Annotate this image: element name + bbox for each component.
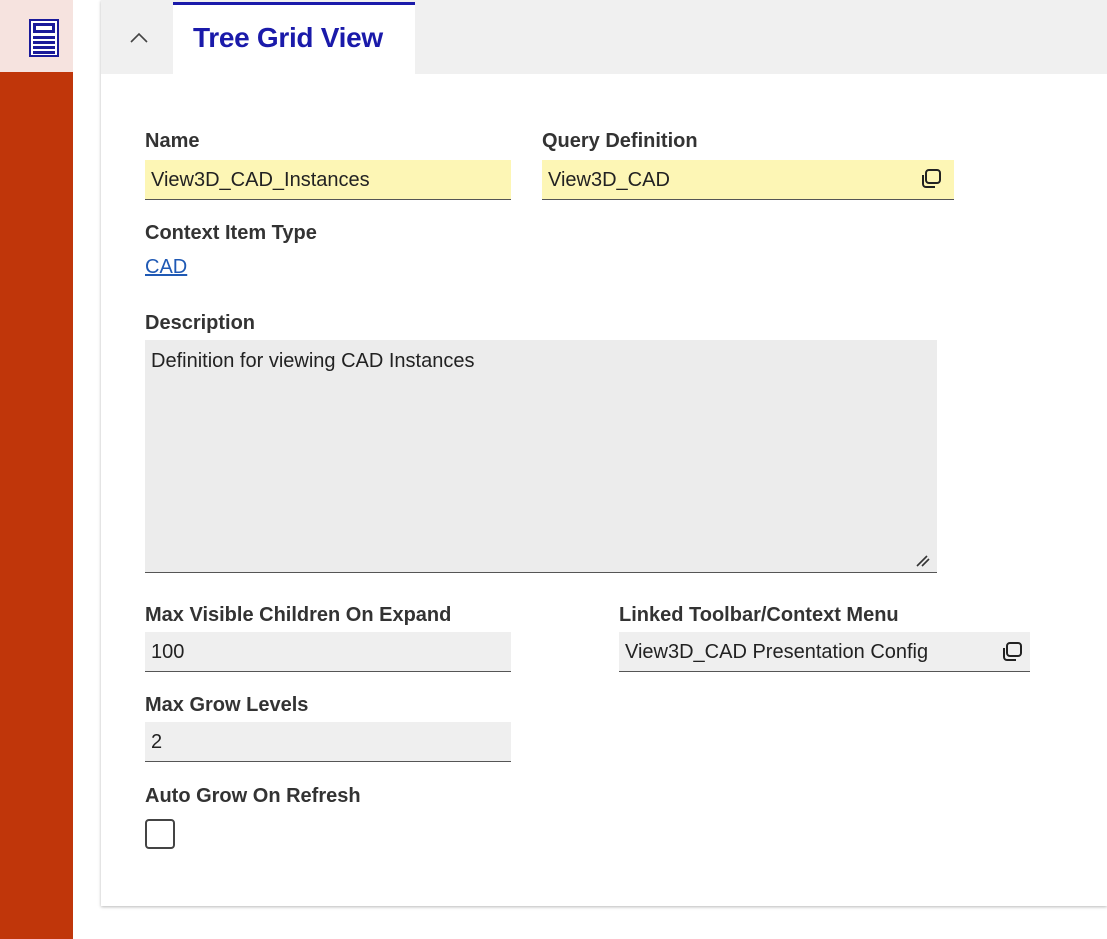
linked-toolbar-value: View3D_CAD Presentation Config (625, 641, 929, 663)
max-visible-children-field[interactable]: 100 (145, 632, 511, 672)
query-definition-label: Query Definition (542, 130, 698, 152)
auto-grow-label: Auto Grow On Refresh (145, 785, 361, 807)
open-item-icon[interactable] (1000, 640, 1024, 664)
context-item-type-link[interactable]: CAD (145, 256, 187, 279)
tab-bar: Tree Grid View (101, 0, 1107, 74)
chevron-up-icon[interactable] (123, 22, 155, 54)
name-field[interactable]: View3D_CAD_Instances (145, 160, 511, 200)
linked-toolbar-label: Linked Toolbar/Context Menu (619, 604, 899, 626)
description-text: Definition for viewing CAD Instances (151, 350, 475, 372)
open-item-icon[interactable] (919, 167, 943, 191)
description-textarea[interactable]: Definition for viewing CAD Instances (145, 340, 937, 573)
resize-handle-icon[interactable] (913, 550, 931, 568)
context-item-type-label: Context Item Type (145, 222, 317, 244)
linked-toolbar-field[interactable]: View3D_CAD Presentation Config (619, 632, 1030, 672)
sidebar (0, 72, 73, 939)
query-definition-value: View3D_CAD (548, 169, 670, 191)
max-visible-children-label: Max Visible Children On Expand (145, 604, 452, 626)
max-grow-levels-field[interactable]: 2 (145, 722, 511, 762)
tab-title: Tree Grid View (193, 22, 383, 53)
tab-tree-grid-view[interactable]: Tree Grid View (173, 2, 415, 74)
query-definition-field[interactable]: View3D_CAD (542, 160, 954, 200)
max-grow-levels-label: Max Grow Levels (145, 694, 309, 716)
name-label: Name (145, 130, 200, 152)
form-panel: Tree Grid View Name View3D_CAD_Instances… (101, 0, 1107, 906)
auto-grow-checkbox[interactable] (145, 819, 175, 849)
form-view-icon[interactable] (29, 19, 59, 57)
description-label: Description (145, 312, 256, 334)
